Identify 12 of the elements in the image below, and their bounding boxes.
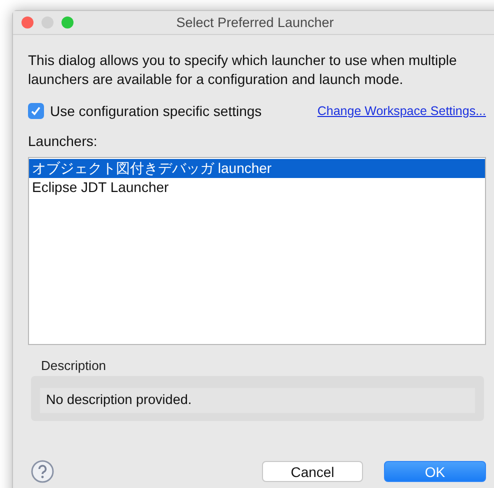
- intro-text: This dialog allows you to specify which launcher to use when multiple launchers are available for a configuration and launch mode.: [28, 51, 458, 89]
- window-title: Select Preferred Launcher: [175, 15, 335, 30]
- help-icon[interactable]: [31, 460, 54, 483]
- checkbox-label[interactable]: Use configuration specific settings: [50, 103, 262, 119]
- description-label: Description: [41, 358, 108, 373]
- launcher-item[interactable]: Eclipse JDT Launcher: [29, 178, 485, 197]
- description-text: No description provided.: [40, 388, 475, 413]
- launcher-item[interactable]: オブジェクト図付きデバッガ launcher: [29, 159, 485, 178]
- cancel-button[interactable]: Cancel: [262, 461, 363, 482]
- launchers-label: Launchers:: [28, 133, 98, 149]
- checkbox[interactable]: [28, 103, 44, 119]
- workspace-settings-link[interactable]: Change Workspace Settings...: [317, 104, 486, 118]
